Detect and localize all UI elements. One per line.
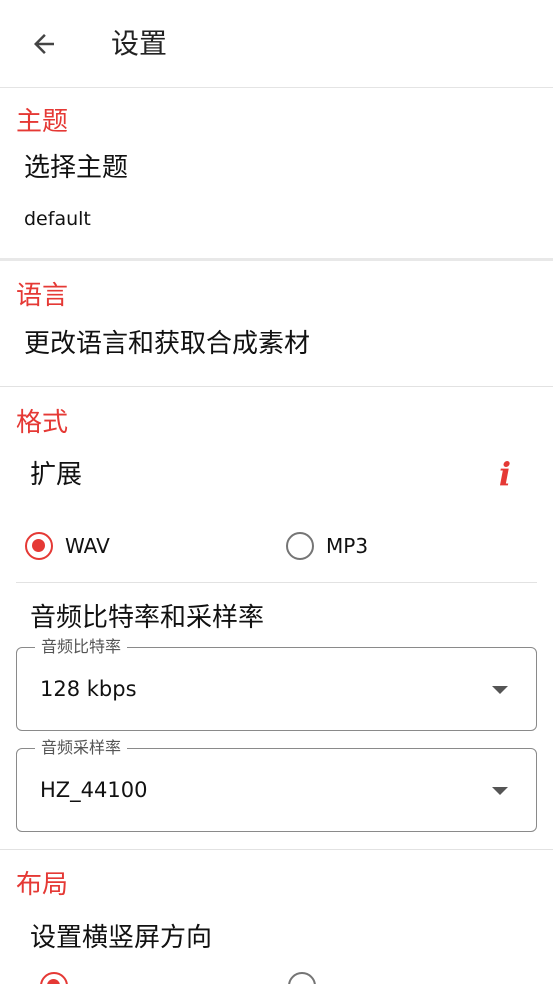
section-title-layout: 布局 bbox=[16, 870, 69, 900]
samplerate-dropdown[interactable]: 音频采样率 HZ_44100 bbox=[16, 737, 537, 832]
radio-unchecked-icon bbox=[286, 532, 314, 560]
extension-title: 扩展 bbox=[30, 460, 83, 490]
language-setting-item[interactable]: 更改语言和获取合成素材 bbox=[0, 322, 553, 382]
section-title-language: 语言 bbox=[16, 281, 69, 311]
radio-checked-icon bbox=[25, 532, 53, 560]
language-item-title: 更改语言和获取合成素材 bbox=[24, 329, 311, 359]
section-divider bbox=[0, 386, 553, 387]
theme-item-value: default bbox=[24, 208, 91, 230]
radio-orientation-landscape[interactable] bbox=[288, 972, 316, 984]
radio-label-wav: WAV bbox=[65, 534, 110, 558]
radio-checked-icon bbox=[40, 972, 68, 984]
section-divider bbox=[0, 849, 553, 850]
inset-divider bbox=[16, 582, 537, 583]
theme-item-title: 选择主题 bbox=[24, 153, 129, 183]
section-divider bbox=[0, 258, 553, 261]
dropdown-arrow-icon bbox=[492, 686, 508, 694]
samplerate-dropdown-label: 音频采样率 bbox=[35, 737, 128, 759]
theme-setting-item[interactable]: 选择主题 default bbox=[0, 145, 553, 257]
bitrate-samplerate-title: 音频比特率和采样率 bbox=[30, 603, 265, 633]
bitrate-dropdown-label: 音频比特率 bbox=[35, 636, 128, 658]
section-title-format: 格式 bbox=[16, 408, 69, 438]
section-title-theme: 主题 bbox=[16, 107, 69, 137]
radio-label-mp3: MP3 bbox=[326, 534, 369, 558]
arrow-left-icon bbox=[34, 34, 54, 54]
radio-orientation-portrait[interactable] bbox=[40, 972, 68, 984]
app-bar: 设置 bbox=[0, 0, 553, 88]
samplerate-dropdown-value: HZ_44100 bbox=[40, 778, 148, 802]
bitrate-dropdown-value: 128 kbps bbox=[40, 677, 137, 701]
bitrate-dropdown[interactable]: 音频比特率 128 kbps bbox=[16, 636, 537, 731]
back-button[interactable] bbox=[24, 26, 64, 62]
radio-wav[interactable]: WAV bbox=[25, 532, 110, 560]
radio-mp3[interactable]: MP3 bbox=[286, 532, 368, 560]
radio-unchecked-icon bbox=[288, 972, 316, 984]
orientation-item-title: 设置横竖屏方向 bbox=[30, 923, 213, 953]
info-icon[interactable]: i bbox=[490, 454, 520, 494]
dropdown-arrow-icon bbox=[492, 787, 508, 795]
settings-page: 设置 主题 选择主题 default 语言 更改语言和获取合成素材 格式 扩展 … bbox=[0, 0, 553, 984]
page-title: 设置 bbox=[111, 27, 168, 60]
